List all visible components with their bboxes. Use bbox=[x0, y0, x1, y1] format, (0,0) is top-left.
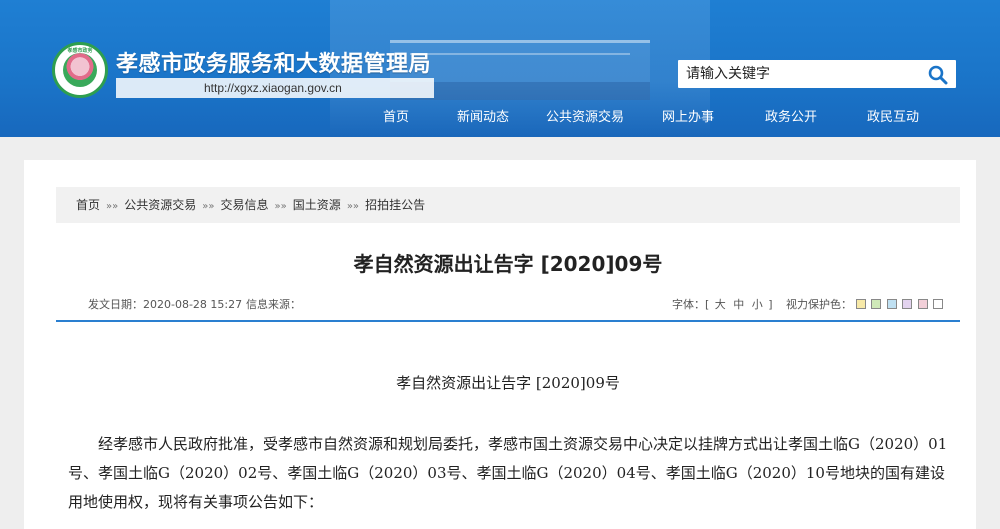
article-paragraph: 经孝感市人民政府批准，受孝感市自然资源和规划局委托，孝感市国土资源交易中心决定以… bbox=[68, 435, 948, 511]
nav-news[interactable]: 新闻动态 bbox=[432, 106, 534, 130]
nav-government-affairs[interactable]: 政务公开 bbox=[740, 106, 842, 130]
color-swatch-purple[interactable] bbox=[902, 299, 912, 309]
site-header: 孝感市政务 孝感市政务服务和大数据管理局 http://xgxz.xiaogan… bbox=[0, 0, 1000, 137]
nav-public-resource-trading[interactable]: 公共资源交易 bbox=[534, 106, 636, 130]
site-title: 孝感市政务服务和大数据管理局 bbox=[116, 52, 432, 77]
color-swatch-pink[interactable] bbox=[917, 299, 928, 309]
article-title: 孝自然资源出让告字 [2020]09号 bbox=[353, 252, 663, 276]
breadcrumb-separator: »» bbox=[202, 201, 215, 212]
publish-date: 发文日期：2020-08-28 15:27 bbox=[88, 298, 243, 311]
color-swatch-green[interactable] bbox=[871, 299, 881, 309]
breadcrumb-separator: »» bbox=[274, 201, 287, 212]
eye-protection-label: 视力保护色： bbox=[786, 298, 852, 311]
article-meta: 发文日期：2020-08-28 15:27 信息来源： 字体：[ 大 中 小 ]… bbox=[56, 296, 960, 316]
nav-citizen-interaction[interactable]: 政民互动 bbox=[842, 106, 944, 130]
breadcrumb-separator: »» bbox=[106, 201, 119, 212]
breadcrumb-trading-info[interactable]: 交易信息 bbox=[221, 198, 269, 212]
font-size-close: ] bbox=[768, 298, 773, 311]
info-source: 信息来源： bbox=[246, 298, 301, 311]
title-divider bbox=[56, 320, 960, 322]
search-box bbox=[678, 60, 956, 88]
font-size-label: 字体：[ bbox=[672, 298, 710, 311]
eye-protection-colors: 视力保护色： bbox=[786, 296, 945, 312]
font-size-small[interactable]: 小 bbox=[752, 298, 763, 311]
font-size-controls: 字体：[ 大 中 小 ] bbox=[672, 296, 773, 312]
breadcrumb-home[interactable]: 首页 bbox=[76, 198, 100, 212]
font-size-medium[interactable]: 中 bbox=[733, 298, 744, 311]
site-url: http://xgxz.xiaogan.gov.cn bbox=[116, 78, 434, 98]
search-input[interactable] bbox=[686, 62, 916, 86]
color-swatch-blue[interactable] bbox=[886, 299, 897, 309]
search-icon[interactable] bbox=[928, 65, 948, 85]
breadcrumb: 首页 »» 公共资源交易 »» 交易信息 »» 国土资源 »» 招拍挂公告 bbox=[56, 187, 960, 223]
breadcrumb-public-resource-trading[interactable]: 公共资源交易 bbox=[124, 198, 196, 212]
color-swatch-yellow[interactable] bbox=[855, 299, 866, 309]
nav-home[interactable]: 首页 bbox=[360, 106, 432, 130]
content-panel: 首页 »» 公共资源交易 »» 交易信息 »» 国土资源 »» 招拍挂公告 孝自然资源出让告字 … bbox=[24, 160, 976, 529]
site-logo[interactable]: 孝感市政务 bbox=[52, 42, 108, 98]
color-swatch-white[interactable] bbox=[933, 299, 943, 309]
nav-online-services[interactable]: 网上办事 bbox=[636, 106, 740, 130]
breadcrumb-land-resources[interactable]: 国土资源 bbox=[293, 198, 341, 212]
article-body: 经孝感市人民政府批准，受孝感市自然资源和规划局委托，孝感市国土资源交易中心决定以… bbox=[68, 430, 948, 517]
logo-emblem-icon bbox=[63, 53, 97, 87]
font-size-large[interactable]: 大 bbox=[715, 298, 726, 311]
breadcrumb-auction-notices[interactable]: 招拍挂公告 bbox=[365, 198, 425, 212]
main-nav: 首页 新闻动态 公共资源交易 网上办事 政务公开 政民互动 bbox=[360, 106, 944, 130]
document-heading: 孝自然资源出让告字 [2020]09号 bbox=[396, 374, 620, 392]
breadcrumb-separator: »» bbox=[346, 201, 360, 212]
